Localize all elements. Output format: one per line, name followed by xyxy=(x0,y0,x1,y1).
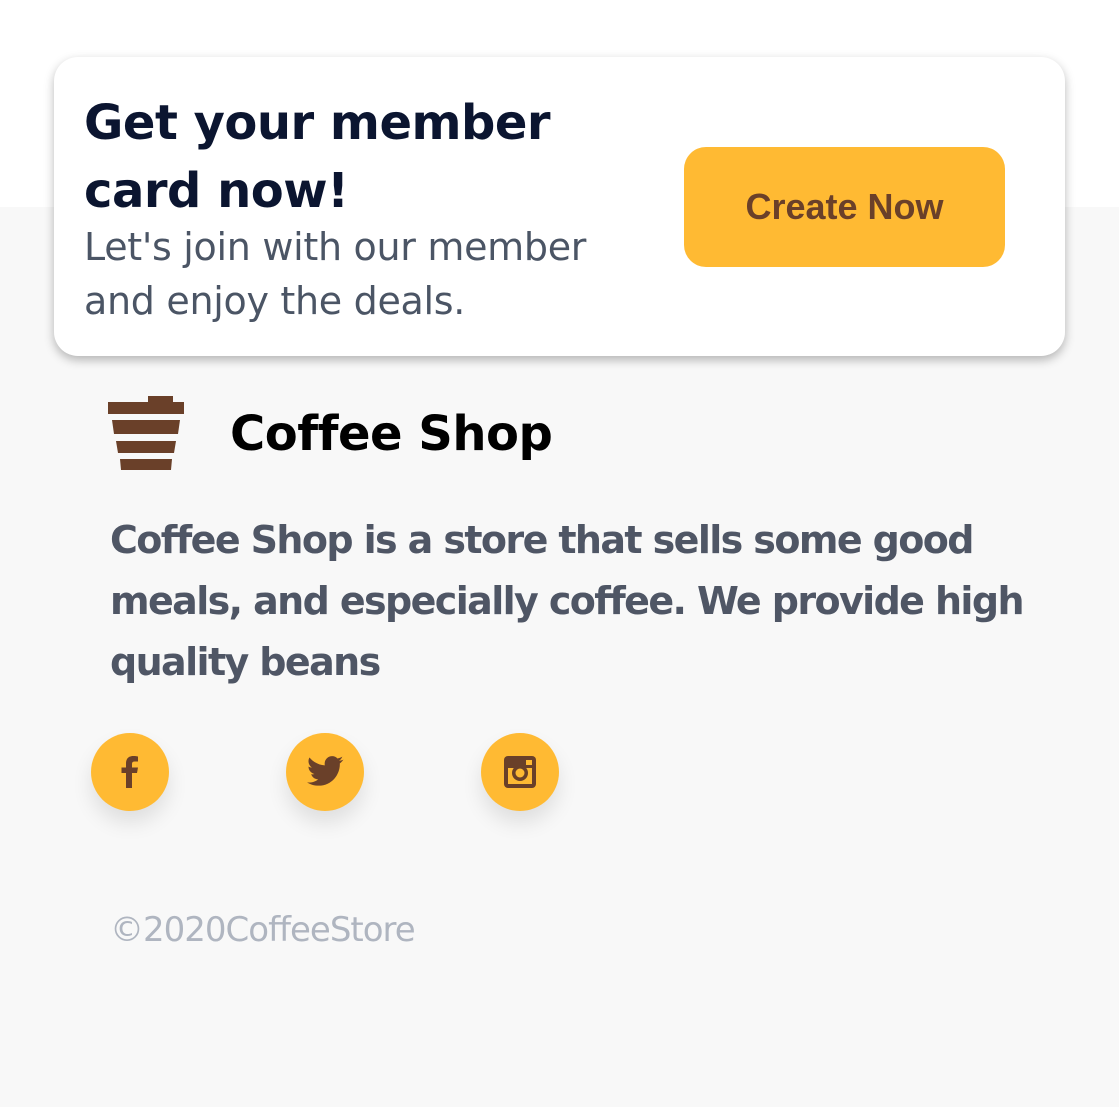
facebook-link[interactable] xyxy=(91,733,169,811)
twitter-icon xyxy=(307,756,344,786)
member-card-title: Get your member card now! xyxy=(84,95,551,219)
twitter-link[interactable] xyxy=(286,733,364,811)
facebook-icon xyxy=(121,756,138,788)
member-card-subtitle: Let's join with our member and enjoy the… xyxy=(84,225,587,323)
create-now-button[interactable]: Create Now xyxy=(684,147,1005,267)
copyright-text: ©2020CoffeeStore xyxy=(110,910,416,950)
instagram-link[interactable] xyxy=(481,733,559,811)
instagram-icon xyxy=(504,756,536,788)
member-card-banner: Get your member card now! Let's join wit… xyxy=(54,57,1065,356)
brand: Coffee Shop xyxy=(108,396,553,472)
shop-description: Coffee Shop is a store that sells some g… xyxy=(110,518,1025,684)
brand-name: Coffee Shop xyxy=(230,406,553,462)
coffee-cup-icon xyxy=(108,396,184,470)
